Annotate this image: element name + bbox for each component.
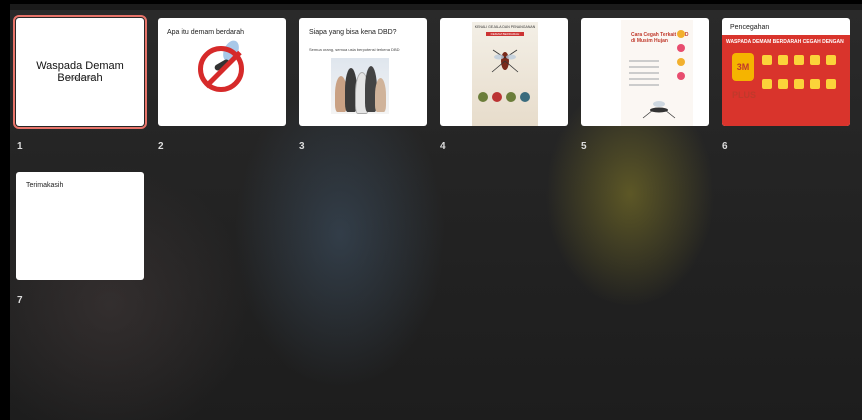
slide-thumbnail-6[interactable]: Pencegahan WASPADA DEMAM BERDARAH CEGAH …: [722, 18, 850, 126]
mosquito-icon: [642, 101, 676, 119]
slide-1-title: Waspada Demam Berdarah: [36, 60, 124, 84]
slide-6-title: Pencegahan: [730, 24, 770, 31]
poster-6-banner: WASPADA DEMAM BERDARAH CEGAH DENGAN: [726, 39, 844, 45]
slide-3-body: Semua orang, semua usia berpotensi terke…: [309, 47, 400, 52]
slide-thumbnail-3[interactable]: Siapa yang bisa kena DBD? Semua orang, s…: [299, 18, 427, 126]
top-toolbar-strip: [10, 4, 862, 10]
slide-thumbnail-1[interactable]: Waspada Demam Berdarah Icdtyhyerk RSG: [13, 15, 147, 129]
slide-number-7: 7: [17, 295, 23, 306]
dbd-prevention-poster: Cara Cegah Terkait DBD di Musim Hujan: [621, 20, 693, 126]
mosquito-illustration-icon: [491, 49, 519, 73]
slide-thumbnail-5[interactable]: Cara Cegah Terkait DBD di Musim Hujan: [581, 18, 709, 126]
slide-thumbnail-4[interactable]: KENALI GEJALA DAN PENANGANAN DEMAM BERDA…: [440, 18, 568, 126]
poster-6-badge: 3M PLUS: [732, 53, 756, 100]
slide-thumbnail-2[interactable]: Apa itu demam berdarah: [158, 18, 286, 126]
slide-number-1: 1: [17, 141, 23, 152]
family-photo: [331, 58, 389, 114]
slide-7-title: Terimakasih: [26, 182, 64, 189]
poster-4-heading: KENALI GEJALA DAN PENANGANAN: [474, 25, 536, 29]
slide-sorter-view: Waspada Demam Berdarah Icdtyhyerk RSG 1 …: [10, 4, 862, 420]
slide-1-subtitle: Icdtyhyerk RSG: [65, 75, 94, 80]
3m-plus-poster: WASPADA DEMAM BERDARAH CEGAH DENGAN 3M P…: [722, 35, 850, 126]
slide-number-4: 4: [440, 141, 446, 152]
slide-number-2: 2: [158, 141, 164, 152]
poster-4-subheading: DEMAM BERDARAH: [490, 32, 520, 36]
slide-number-3: 3: [299, 141, 305, 152]
dengue-symptoms-poster: KENALI GEJALA DAN PENANGANAN DEMAM BERDA…: [472, 22, 538, 126]
slide-number-6: 6: [722, 141, 728, 152]
slide-thumbnail-7[interactable]: Terimakasih: [16, 172, 144, 280]
slide-3-title: Siapa yang bisa kena DBD?: [309, 29, 397, 36]
slide-2-title: Apa itu demam berdarah: [167, 29, 245, 36]
no-mosquito-icon: [198, 46, 244, 92]
slide-number-5: 5: [581, 141, 587, 152]
